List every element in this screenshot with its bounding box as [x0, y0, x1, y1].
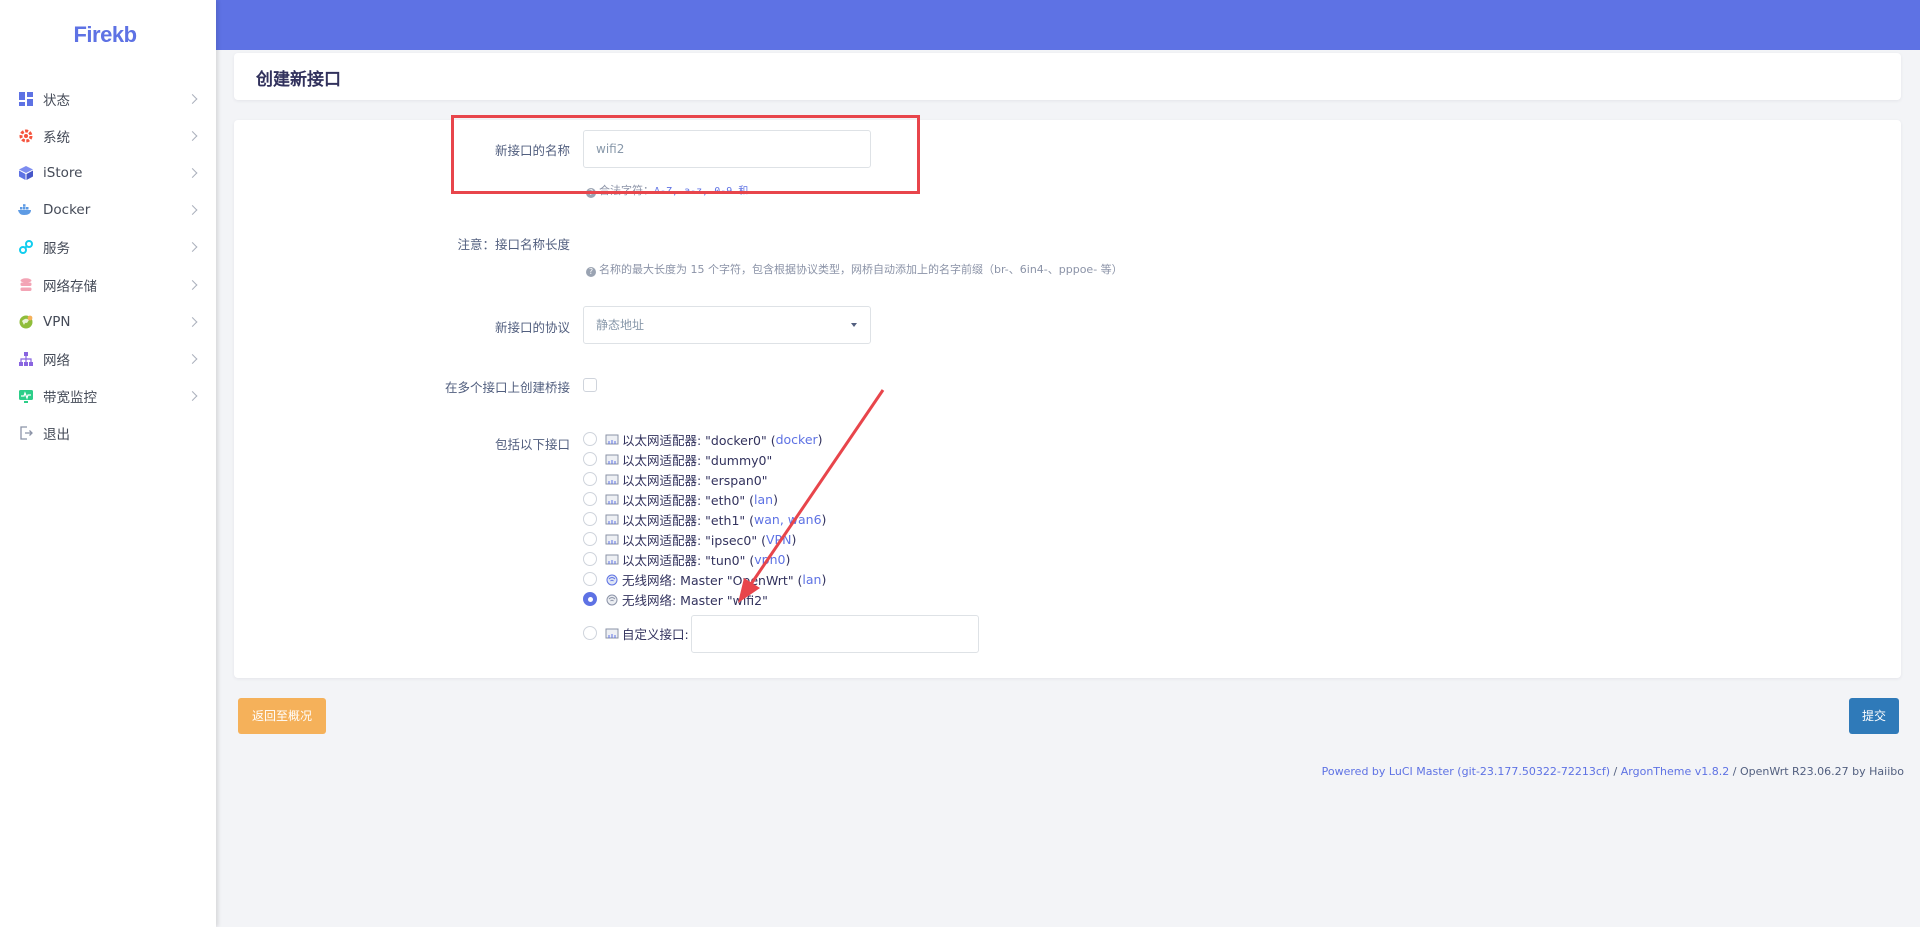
- help-icon: ?: [586, 267, 596, 277]
- ethernet-icon: [605, 494, 619, 505]
- chevron-right-icon: [187, 205, 198, 216]
- chevron-right-icon: [187, 391, 198, 402]
- scrollbar[interactable]: [1902, 50, 1920, 80]
- monitor-icon: [18, 389, 33, 404]
- docker-icon: [18, 203, 33, 218]
- radio-button[interactable]: [583, 492, 597, 506]
- radio-button[interactable]: [583, 572, 597, 586]
- network-link[interactable]: vpn0: [754, 552, 785, 567]
- bridge-checkbox[interactable]: [583, 378, 597, 392]
- radio-button[interactable]: [583, 532, 597, 546]
- radio-button[interactable]: [583, 552, 597, 566]
- network-link[interactable]: wan, wan6: [754, 512, 822, 527]
- radio-button[interactable]: [583, 432, 597, 446]
- protocol-select[interactable]: 静态地址: [583, 306, 871, 344]
- sidebar-menu: 状态 系统 iStore Docker 服务 网络存储 VPN 网络 带宽监控 …: [0, 80, 216, 452]
- sidebar-item-label: 系统: [43, 129, 70, 146]
- interface-option[interactable]: 无线网络: Master "OpenWrt" (lan): [583, 570, 826, 588]
- sidebar-item-status[interactable]: 状态: [0, 80, 216, 117]
- interface-option[interactable]: 以太网适配器: "ipsec0" (VPN): [583, 530, 796, 548]
- sidebar-item-label: 带宽监控: [43, 390, 97, 407]
- chevron-right-icon: [187, 316, 198, 327]
- services-icon: [18, 240, 33, 255]
- protocol-select-value: 静态地址: [596, 318, 645, 332]
- sidebar-item-label: Docker: [43, 202, 91, 219]
- network-icon: [18, 351, 33, 366]
- chevron-right-icon: [187, 279, 198, 290]
- chevron-right-icon: [187, 353, 198, 364]
- logout-icon: [18, 426, 33, 441]
- chevron-right-icon: [187, 130, 198, 141]
- chevron-right-icon: [187, 93, 198, 104]
- network-link[interactable]: docker: [776, 432, 818, 447]
- box-icon: [18, 165, 33, 180]
- interface-option[interactable]: 以太网适配器: "dummy0": [583, 450, 772, 468]
- dashboard-icon: [18, 91, 33, 106]
- wifi-icon: [606, 574, 618, 586]
- ethernet-icon: [605, 554, 619, 565]
- form-card: [234, 120, 1901, 678]
- database-icon: [18, 277, 33, 292]
- radio-button-selected[interactable]: [583, 592, 597, 606]
- ethernet-icon: [605, 454, 619, 465]
- help-icon: ?: [586, 188, 596, 198]
- sidebar: Firekb 状态 系统 iStore Docker 服务 网络存储 VPN 网…: [0, 0, 216, 927]
- sidebar-item-network-storage[interactable]: 网络存储: [0, 266, 216, 303]
- note-hint: ? 名称的最大长度为 15 个字符，包含根据协议类型，网桥自动添加上的名字前缀（b…: [586, 261, 1123, 277]
- sidebar-item-label: VPN: [43, 313, 71, 330]
- sidebar-item-label: 网络: [43, 352, 70, 369]
- sidebar-item-istore[interactable]: iStore: [0, 154, 216, 191]
- custom-interface-input[interactable]: [691, 615, 979, 653]
- interface-option[interactable]: 以太网适配器: "docker0" (docker): [583, 430, 823, 448]
- sidebar-item-system[interactable]: 系统: [0, 117, 216, 154]
- footer: Powered by LuCI Master (git-23.177.50322…: [1321, 765, 1904, 778]
- ethernet-icon: [605, 434, 619, 445]
- sidebar-item-bandwidth[interactable]: 带宽监控: [0, 378, 216, 415]
- submit-button[interactable]: 提交: [1849, 698, 1899, 734]
- sidebar-item-vpn[interactable]: VPN: [0, 303, 216, 340]
- interface-option[interactable]: 以太网适配器: "eth1" (wan, wan6): [583, 510, 826, 528]
- radio-button[interactable]: [583, 626, 597, 640]
- radio-button[interactable]: [583, 512, 597, 526]
- ethernet-icon: [605, 534, 619, 545]
- wifi-icon: [606, 594, 618, 606]
- sidebar-item-docker[interactable]: Docker: [0, 192, 216, 229]
- argon-theme-link[interactable]: ArgonTheme v1.8.2: [1621, 765, 1729, 778]
- custom-interface-option[interactable]: 自定义接口:: [583, 624, 689, 642]
- interface-option-selected[interactable]: 无线网络: Master "wifi2": [583, 590, 768, 608]
- caret-down-icon: [851, 323, 857, 327]
- sidebar-item-label: 网络存储: [43, 278, 97, 295]
- sidebar-item-label: 退出: [43, 427, 70, 444]
- network-link[interactable]: VPN: [766, 532, 791, 547]
- interface-option[interactable]: 以太网适配器: "erspan0": [583, 470, 768, 488]
- chevron-right-icon: [187, 242, 198, 253]
- sidebar-item-label: 状态: [43, 92, 70, 109]
- header-bar: [216, 0, 1920, 50]
- radio-button[interactable]: [583, 472, 597, 486]
- page-title: 创建新接口: [256, 70, 341, 90]
- ethernet-icon: [605, 514, 619, 525]
- name-hint: ? 合法字符：A-Z, a-z, 0-9 和: [586, 182, 748, 198]
- ethernet-icon: [605, 474, 619, 485]
- gear-icon: [18, 128, 33, 143]
- sidebar-item-label: 服务: [43, 241, 70, 258]
- interface-option[interactable]: 以太网适配器: "eth0" (lan): [583, 490, 778, 508]
- page-title-card: 创建新接口: [234, 53, 1901, 100]
- radio-button[interactable]: [583, 452, 597, 466]
- sidebar-item-services[interactable]: 服务: [0, 229, 216, 266]
- network-link[interactable]: lan: [754, 492, 773, 507]
- back-to-overview-button[interactable]: 返回至概况: [238, 698, 326, 734]
- vpn-icon: [18, 314, 33, 329]
- sidebar-item-logout[interactable]: 退出: [0, 415, 216, 452]
- brand-logo[interactable]: Firekb: [0, 22, 210, 48]
- ethernet-icon: [605, 628, 619, 639]
- interface-name-input[interactable]: wifi2: [583, 130, 871, 168]
- sidebar-item-network[interactable]: 网络: [0, 340, 216, 377]
- network-link[interactable]: lan: [802, 572, 821, 587]
- sidebar-item-label: iStore: [43, 164, 83, 181]
- chevron-right-icon: [187, 168, 198, 178]
- interface-option[interactable]: 以太网适配器: "tun0" (vpn0): [583, 550, 790, 568]
- luci-link[interactable]: Powered by LuCI Master (git-23.177.50322…: [1322, 765, 1610, 778]
